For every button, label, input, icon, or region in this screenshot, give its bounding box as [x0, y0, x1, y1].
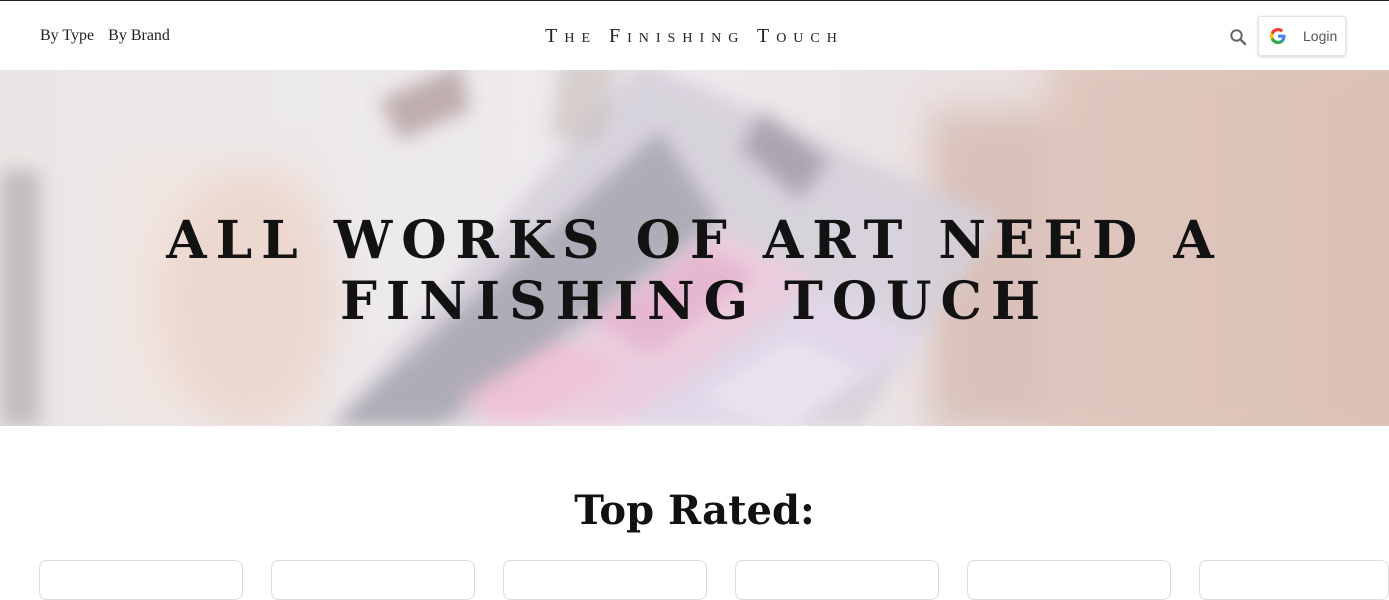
top-navigation-bar: By Type By Brand The Finishing Touch Log… — [0, 0, 1389, 70]
product-card[interactable] — [735, 560, 939, 600]
search-icon[interactable] — [1229, 28, 1247, 46]
top-rated-heading: Top Rated: — [574, 487, 815, 534]
site-title[interactable]: The Finishing Touch — [0, 25, 1389, 48]
product-card[interactable] — [39, 560, 243, 600]
product-card[interactable] — [1199, 560, 1389, 600]
product-card[interactable] — [271, 560, 475, 600]
google-icon — [1269, 27, 1287, 45]
google-login-button[interactable]: Login — [1258, 16, 1346, 56]
login-label: Login — [1303, 28, 1338, 44]
hero-banner: All works of art need a finishing touch — [0, 70, 1389, 426]
product-card[interactable] — [967, 560, 1171, 600]
hero-headline: All works of art need a finishing touch — [166, 210, 1223, 332]
product-card[interactable] — [503, 560, 707, 600]
